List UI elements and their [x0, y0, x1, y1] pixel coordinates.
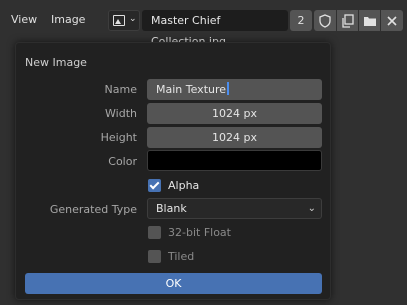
image-editor-header: View Image ⌄ Master Chief Collection.jpg…: [0, 0, 407, 48]
float-checkbox[interactable]: [148, 226, 161, 239]
image-name-field[interactable]: Master Chief Collection.jpg: [142, 10, 288, 48]
generated-type-label: Generated Type: [49, 203, 137, 216]
users-count-button[interactable]: 2: [290, 10, 312, 31]
color-swatch[interactable]: [147, 150, 322, 171]
chevron-down-icon: ⌄: [307, 203, 316, 214]
image-browse-dropdown[interactable]: ⌄: [108, 10, 140, 31]
name-value: Main Texture: [156, 83, 227, 96]
menu-image[interactable]: Image: [51, 13, 85, 26]
dialog-title: New Image: [25, 56, 87, 69]
menu-view[interactable]: View: [11, 13, 37, 26]
text-cursor: [227, 82, 230, 95]
tiled-checkbox[interactable]: [148, 250, 161, 263]
width-input[interactable]: 1024 px: [147, 103, 322, 124]
ok-button[interactable]: OK: [25, 273, 322, 294]
open-image-button[interactable]: [359, 10, 380, 31]
width-label: Width: [105, 107, 137, 120]
generated-type-select[interactable]: Blank ⌄: [147, 198, 322, 219]
name-input[interactable]: Main Texture: [147, 79, 322, 100]
new-image-dialog: New Image Name Main Texture Width 1024 p…: [15, 42, 331, 300]
tiled-label: Tiled: [168, 250, 195, 263]
height-input[interactable]: 1024 px: [147, 127, 322, 148]
name-label: Name: [104, 83, 137, 96]
height-label: Height: [100, 131, 137, 144]
image-icon: [113, 15, 125, 26]
folder-icon: [364, 17, 376, 26]
shield-icon: [319, 14, 331, 28]
fake-user-button[interactable]: [314, 10, 336, 31]
duplicate-image-button[interactable]: [337, 10, 358, 31]
alpha-checkbox[interactable]: [148, 179, 161, 192]
generated-type-value: Blank: [156, 202, 187, 215]
close-icon: [387, 16, 397, 26]
alpha-label: Alpha: [168, 179, 200, 192]
chevron-down-icon: ⌄: [129, 14, 137, 24]
float-label: 32-bit Float: [168, 226, 231, 239]
unlink-image-button[interactable]: [381, 10, 403, 31]
duplicate-icon: [342, 14, 354, 28]
color-label: Color: [108, 155, 137, 168]
